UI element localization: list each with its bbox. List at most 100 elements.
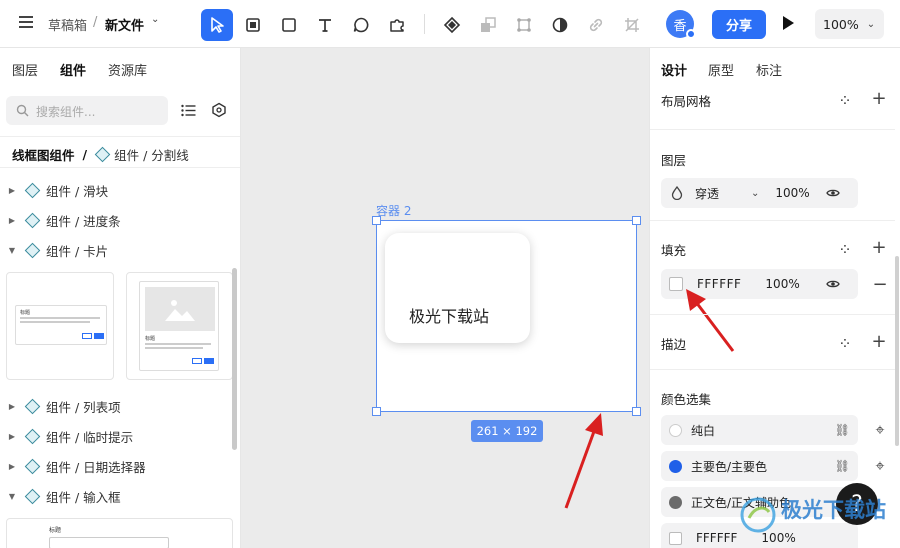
file-name[interactable]: 新文件 (105, 15, 144, 34)
detach-style-icon[interactable]: ⛓ (835, 423, 850, 437)
mini-button (204, 358, 214, 364)
path-separator: / (82, 147, 88, 162)
caret-right-icon[interactable]: ▶ (3, 432, 21, 441)
resize-handle-top-right[interactable] (632, 216, 641, 225)
caret-down-icon[interactable]: ▼ (3, 246, 21, 255)
remove-icon[interactable]: − (872, 274, 888, 295)
component-thumbnail-card-text[interactable]: 标题 (6, 272, 114, 380)
divider (650, 129, 895, 130)
tab-assets[interactable]: 资源库 (108, 60, 147, 79)
mask-button[interactable] (544, 9, 576, 41)
selected-frame[interactable]: 极光下载站 (372, 216, 641, 416)
text-tool-button[interactable] (309, 9, 341, 41)
styles-icon[interactable]: ⁘ (837, 334, 853, 353)
card-preview: 标题 (139, 281, 219, 371)
styles-icon[interactable]: ⁘ (837, 240, 853, 259)
blend-mode-value[interactable]: 穿透 (695, 185, 719, 202)
tree-item-list-item[interactable]: ▶ 组件 / 列表项 (0, 391, 240, 421)
play-icon[interactable] (783, 16, 794, 30)
resize-handle-top-left[interactable] (372, 216, 381, 225)
link-icon (589, 18, 603, 32)
caret-right-icon[interactable]: ▶ (3, 402, 21, 411)
tab-prototype[interactable]: 原型 (708, 60, 734, 79)
scrollbar-thumb[interactable] (232, 268, 237, 450)
caret-down-icon[interactable]: ▼ (3, 492, 21, 501)
caret-right-icon[interactable]: ▶ (3, 216, 21, 225)
tree-item-input[interactable]: ▼ 组件 / 输入框 (0, 481, 240, 511)
list-view-icon[interactable] (181, 104, 196, 117)
frame-label[interactable]: 容器 2 (376, 202, 411, 219)
frame-tool-button[interactable] (237, 9, 269, 41)
layer-opacity[interactable]: 100% (775, 186, 809, 200)
color-swatch (669, 531, 682, 545)
crop-button[interactable] (616, 9, 648, 41)
component-thumbnail-card-image[interactable]: 标题 (126, 272, 233, 380)
add-icon[interactable]: + (871, 237, 887, 258)
tab-layers[interactable]: 图层 (12, 60, 38, 79)
card-text[interactable]: 极光下载站 (409, 303, 489, 327)
size-badge: 261 × 192 (471, 420, 543, 442)
tab-annotate[interactable]: 标注 (756, 60, 782, 79)
bounding-box-button[interactable] (508, 9, 540, 41)
input-preview-field (49, 537, 169, 548)
menu-icon[interactable] (19, 16, 33, 18)
canvas[interactable]: 容器 2 极光下载站 261 × 192 (241, 48, 649, 548)
layer-blend-row[interactable]: 穿透 ⌄ 100% (661, 178, 858, 208)
component-thumbnail-input[interactable]: 标题 (6, 518, 233, 548)
toolbar-divider (424, 14, 425, 34)
comment-tool-button[interactable] (345, 9, 377, 41)
target-icon[interactable]: ⌖ (872, 456, 888, 475)
tab-design[interactable]: 设计 (661, 60, 687, 79)
chevron-down-icon[interactable]: ⌄ (151, 14, 159, 25)
path-current[interactable]: 组件 / 分割线 (114, 145, 189, 164)
tree-item-slider[interactable]: ▶ 组件 / 滑块 (0, 175, 240, 205)
tree-item-card[interactable]: ▼ 组件 / 卡片 (0, 235, 240, 265)
text-line (20, 321, 90, 323)
image-icon (165, 300, 195, 321)
path-root[interactable]: 线框图组件 (12, 145, 75, 164)
detach-style-icon[interactable]: ⛓ (835, 459, 850, 473)
chevron-down-icon[interactable]: ⌄ (751, 188, 759, 199)
tree-item-date-picker[interactable]: ▶ 组件 / 日期选择器 (0, 451, 240, 481)
scrollbar-thumb[interactable] (895, 256, 899, 446)
tab-components[interactable]: 组件 (60, 60, 86, 79)
color-style-row[interactable]: 纯白 ⛓ (661, 415, 858, 445)
crop-icon (625, 18, 639, 32)
caret-right-icon[interactable]: ▶ (3, 186, 21, 195)
link-button[interactable] (580, 9, 612, 41)
color-hex: FFFFFF (696, 531, 738, 545)
component-icon (24, 398, 41, 414)
search-input[interactable]: 搜索组件... (6, 96, 168, 125)
caret-right-icon[interactable]: ▶ (3, 462, 21, 471)
resize-handle-bottom-left[interactable] (372, 407, 381, 416)
eye-icon[interactable] (825, 279, 840, 289)
color-swatch-body-text (669, 495, 682, 509)
share-button[interactable]: 分享 (712, 10, 766, 39)
target-icon[interactable]: ⌖ (872, 420, 888, 439)
styles-icon[interactable]: ⁘ (837, 91, 853, 110)
component-library-icon[interactable] (211, 102, 227, 118)
component-button[interactable] (436, 9, 468, 41)
rectangle-icon (282, 18, 296, 32)
top-toolbar: 草稿箱 / 新文件 ⌄ 香 分享 100% ⌄ (0, 0, 900, 48)
rectangle-tool-button[interactable] (273, 9, 305, 41)
divider (650, 369, 895, 370)
move-tool-button[interactable] (201, 9, 233, 41)
breadcrumb-parent[interactable]: 草稿箱 (48, 15, 87, 34)
tree-item-progress[interactable]: ▶ 组件 / 进度条 (0, 205, 240, 235)
plugin-tool-button[interactable] (381, 9, 413, 41)
resize-handle-bottom-right[interactable] (632, 407, 641, 416)
add-icon[interactable]: + (871, 88, 887, 109)
tree-item-toast[interactable]: ▶ 组件 / 临时提示 (0, 421, 240, 451)
fill-opacity[interactable]: 100% (765, 277, 799, 291)
color-style-row[interactable]: 主要色/主要色 ⛓ (661, 451, 858, 481)
zoom-select[interactable]: 100% ⌄ (815, 9, 884, 39)
right-panel: 设计 原型 标注 布局网格 ⁘ + 图层 穿透 ⌄ 100% 填充 ⁘ + FF… (649, 48, 900, 548)
boolean-button[interactable] (472, 9, 504, 41)
card-element[interactable]: 极光下载站 (385, 233, 530, 343)
add-icon[interactable]: + (871, 331, 887, 352)
color-swatch-primary (669, 459, 682, 473)
eye-icon[interactable] (825, 188, 840, 198)
boolean-icon (481, 17, 496, 32)
tree-item-label: 组件 / 列表项 (46, 399, 121, 415)
